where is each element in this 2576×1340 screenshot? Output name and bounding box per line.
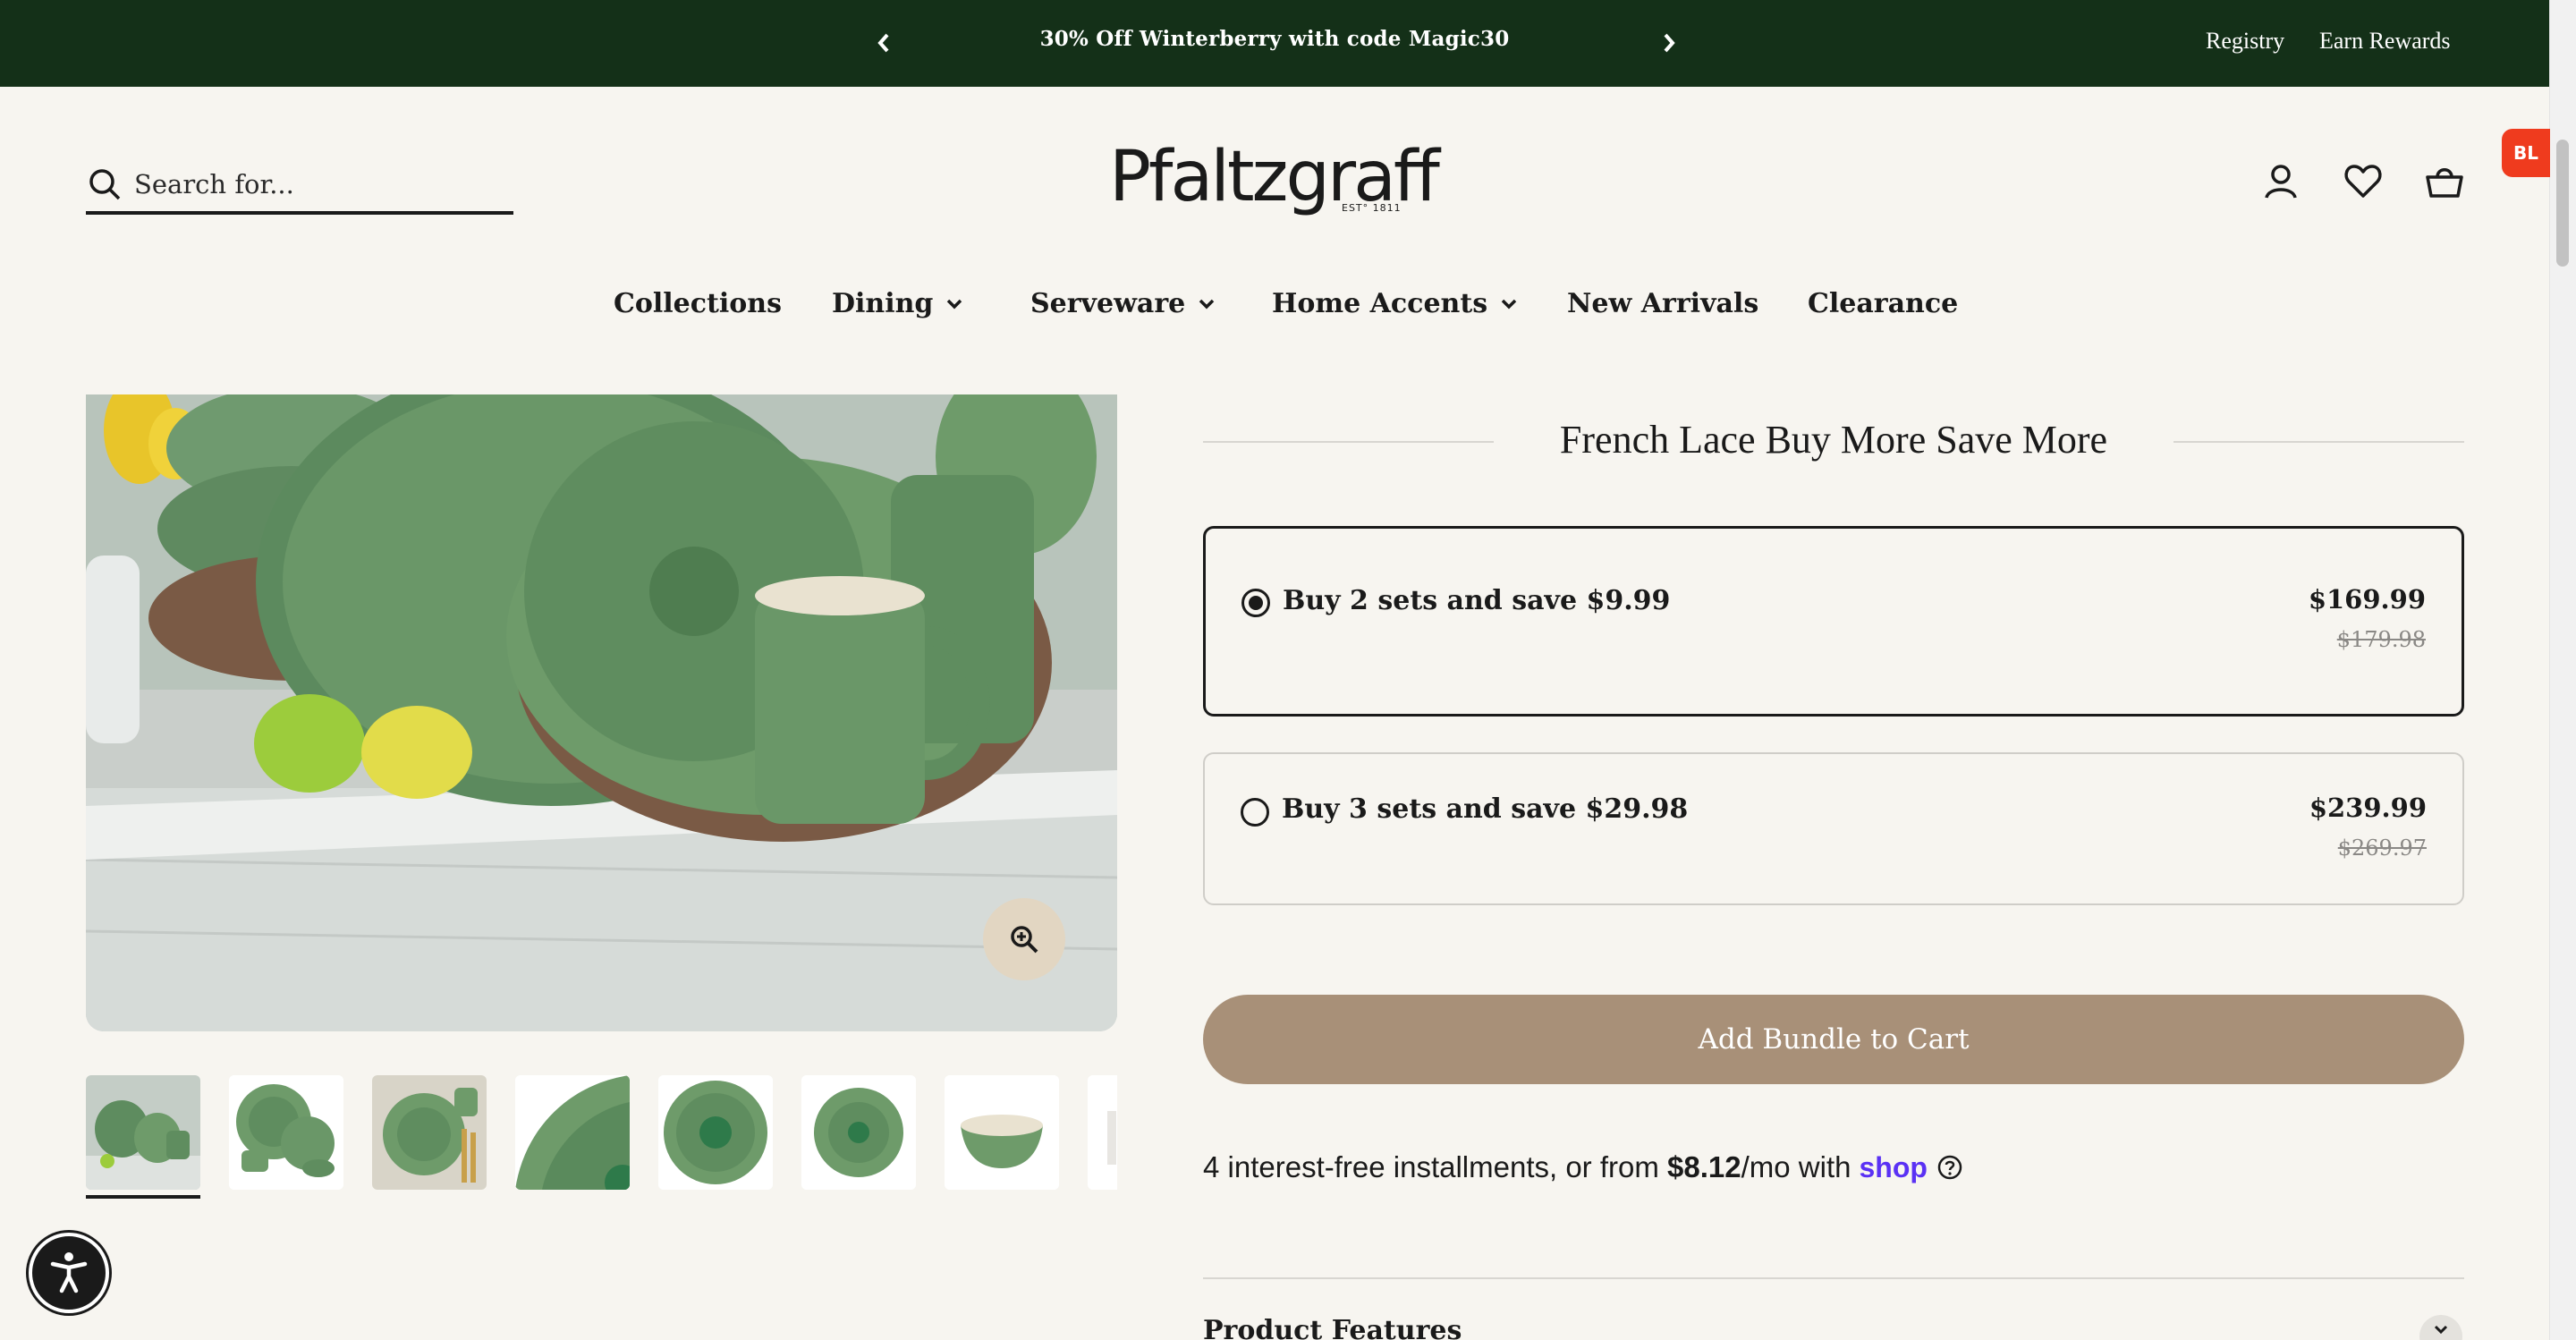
chevron-down-icon [1501, 299, 1517, 309]
nav-item-dining[interactable]: Dining [832, 288, 963, 319]
nav-item-new-arrivals[interactable]: New Arrivals [1567, 288, 1758, 319]
wishlist-button[interactable] [2341, 159, 2385, 204]
main-nav: Collections Dining Serveware Home Accent… [0, 288, 2549, 333]
installments-message: 4 interest-free installments, or from $8… [1203, 1150, 1963, 1184]
bundle-option-price: $239.99 [2309, 793, 2427, 823]
thumbnail-image [229, 1075, 343, 1190]
earn-rewards-link[interactable]: Earn Rewards [2319, 28, 2451, 55]
installments-amount: $8.12 [1667, 1150, 1741, 1183]
bundle-option-compare-price: $269.97 [2337, 835, 2427, 861]
search-field[interactable] [86, 157, 513, 215]
chevron-right-icon [1664, 33, 1675, 53]
add-bundle-to-cart-button[interactable]: Add Bundle to Cart [1203, 995, 2464, 1084]
radio-button[interactable] [1241, 798, 1269, 827]
thumbnail-image [86, 1075, 200, 1190]
account-button[interactable] [2258, 159, 2303, 204]
bl-badge[interactable]: BL [2502, 129, 2550, 177]
zoom-button[interactable] [983, 898, 1065, 980]
nav-item-label: Dining [832, 288, 934, 319]
search-input[interactable] [134, 169, 492, 199]
thumbnail[interactable] [86, 1075, 200, 1190]
nav-item-serveware[interactable]: Serveware [1030, 288, 1216, 319]
chevron-down-icon [947, 299, 962, 309]
installments-prefix: 4 interest-free installments, or from [1203, 1150, 1668, 1183]
thumbnail-image [515, 1075, 630, 1190]
next-announcement-button[interactable] [1651, 23, 1687, 63]
bundle-option-label: Buy 2 sets and save $9.99 [1283, 585, 1671, 616]
nav-item-label: Serveware [1030, 288, 1186, 319]
thumbnail-strip [86, 1075, 1117, 1200]
zoom-in-icon [1011, 926, 1038, 954]
thumbnail-image [658, 1075, 773, 1190]
bundle-option-compare-price: $179.98 [2336, 627, 2426, 652]
bundle-option-price: $169.99 [2308, 584, 2426, 615]
bundle-option-label: Buy 3 sets and save $29.98 [1282, 793, 1689, 825]
nav-item-label: Home Accents [1272, 288, 1488, 319]
features-toggle-button[interactable] [2419, 1315, 2462, 1340]
logo-established: EST° 1811 [1342, 202, 1402, 214]
nav-item-label: Collections [614, 288, 782, 319]
nav-item-label: New Arrivals [1567, 288, 1759, 319]
scrollbar-thumb[interactable] [2556, 140, 2569, 267]
announcement-text: 30% Off Winterberry with code Magic30 [1039, 27, 1510, 51]
thumbnail-image [801, 1075, 916, 1190]
heading-rule [2174, 441, 2464, 443]
thumbnail-image [1088, 1075, 1117, 1190]
account-icon [2265, 165, 2297, 199]
thumbnail[interactable] [801, 1075, 916, 1190]
thumbnail-image [945, 1075, 1059, 1190]
help-icon[interactable] [1936, 1154, 1963, 1181]
prev-announcement-button[interactable] [866, 23, 902, 63]
nav-item-collections[interactable]: Collections [614, 288, 782, 319]
nav-item-home-accents[interactable]: Home Accents [1272, 288, 1518, 319]
cart-button[interactable] [2422, 159, 2467, 204]
announcement-bar: 30% Off Winterberry with code Magic30 Re… [0, 0, 2549, 87]
bundle-option-3-sets[interactable]: Buy 3 sets and save $29.98 $239.99 $269.… [1203, 752, 2464, 905]
thumbnail[interactable] [945, 1075, 1059, 1190]
product-main-image[interactable] [86, 394, 1117, 1031]
accessibility-button[interactable] [29, 1233, 109, 1313]
nav-item-label: Clearance [1808, 288, 1959, 319]
thumbnail[interactable] [229, 1075, 343, 1190]
radio-selected-dot [1249, 596, 1263, 610]
product-photo [86, 394, 1117, 1031]
thumbnail-image [372, 1075, 487, 1190]
thumbnail[interactable] [658, 1075, 773, 1190]
bundle-title: French Lace Buy More Save More [1559, 418, 2108, 462]
bundle-heading: French Lace Buy More Save More [1203, 417, 2464, 471]
radio-button[interactable] [1241, 589, 1270, 617]
thumbnail[interactable] [372, 1075, 487, 1190]
chevron-down-icon [2434, 1325, 2448, 1335]
active-thumbnail-indicator [86, 1195, 200, 1199]
accessibility-icon [50, 1252, 88, 1293]
cart-icon [2426, 168, 2463, 198]
installments-suffix: /mo with [1741, 1150, 1852, 1183]
thumbnail[interactable] [515, 1075, 630, 1190]
chevron-down-icon [1199, 299, 1215, 309]
chevron-left-icon [877, 33, 889, 53]
heart-icon [2344, 165, 2382, 198]
thumbnail[interactable] [1088, 1075, 1117, 1190]
nav-item-clearance[interactable]: Clearance [1808, 288, 1958, 319]
registry-link[interactable]: Registry [2206, 28, 2284, 55]
shop-pay-logo[interactable]: shop [1859, 1151, 1927, 1184]
product-features-heading[interactable]: Product Features [1203, 1315, 1462, 1340]
search-icon [89, 169, 121, 200]
bundle-option-2-sets[interactable]: Buy 2 sets and save $9.99 $169.99 $179.9… [1203, 526, 2464, 717]
section-divider [1203, 1277, 2464, 1279]
